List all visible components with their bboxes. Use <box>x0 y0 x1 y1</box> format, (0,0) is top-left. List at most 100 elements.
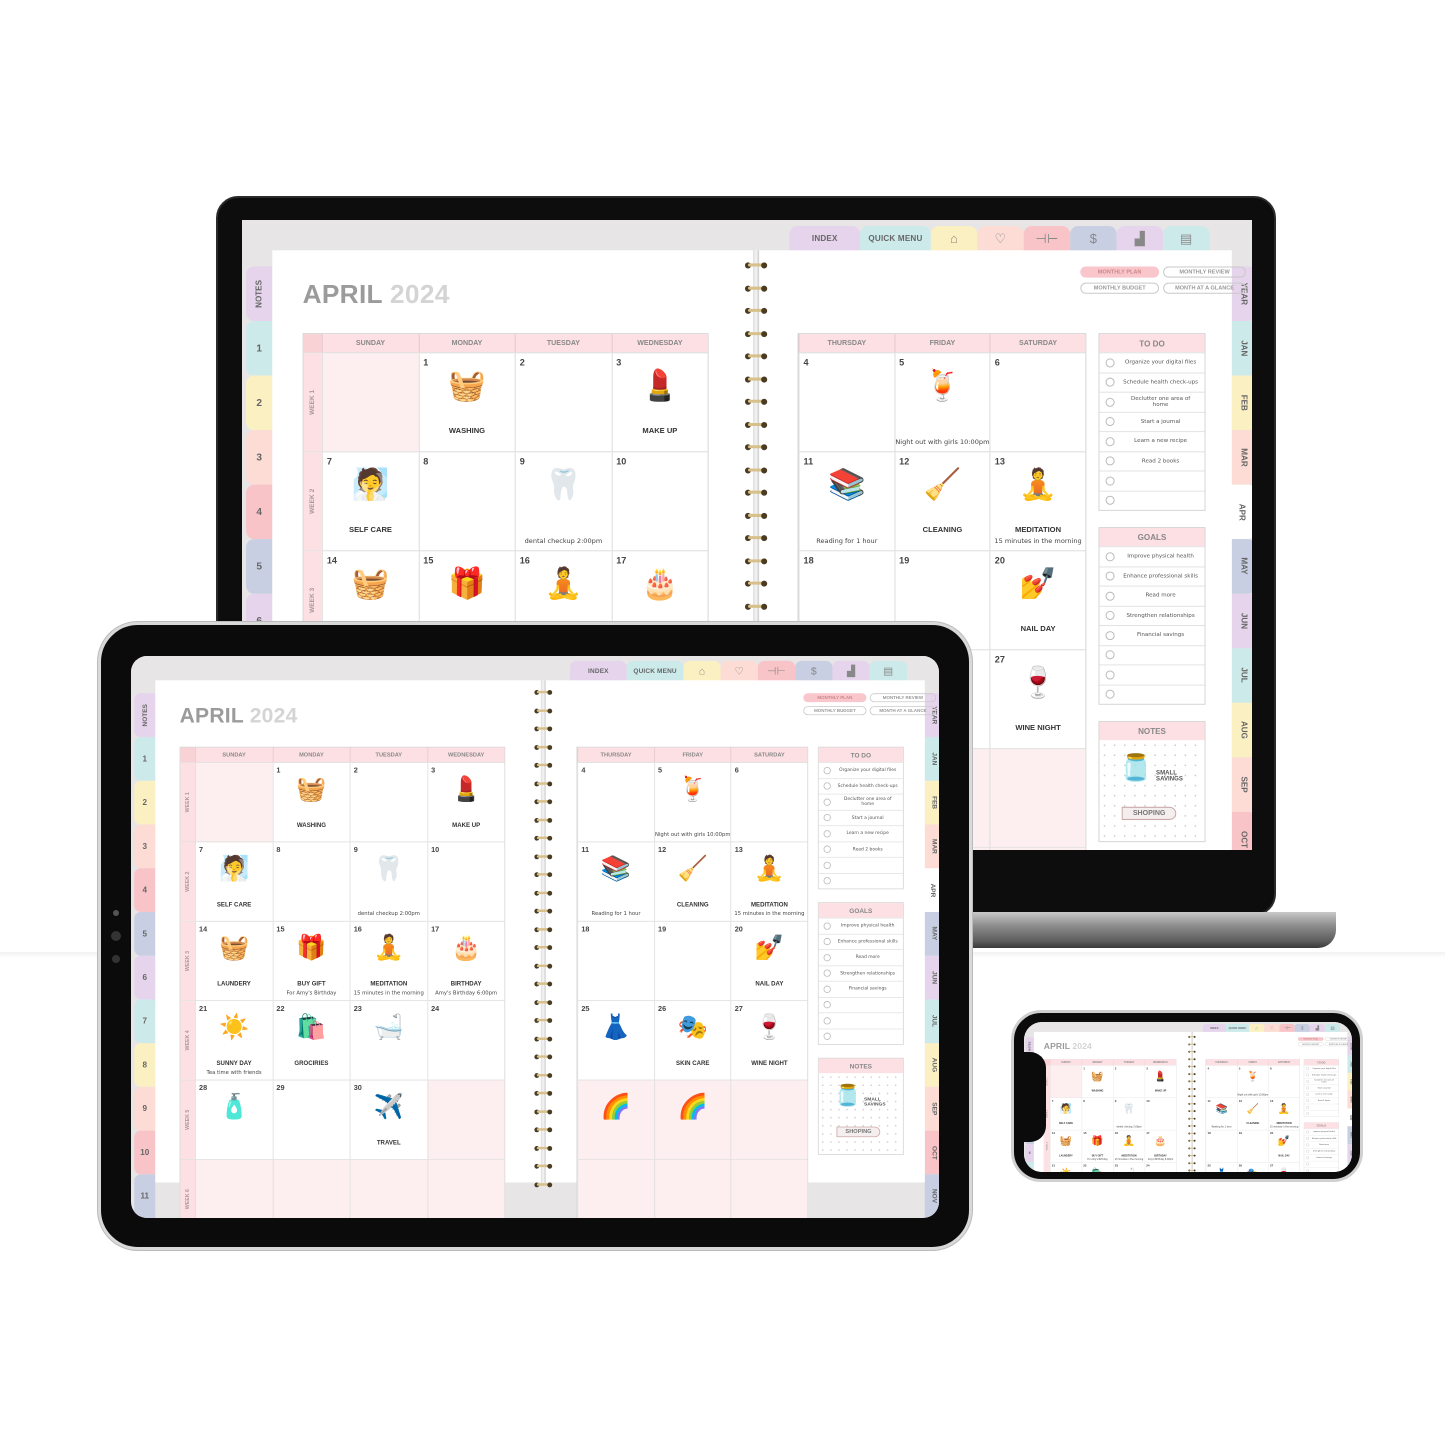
todo-item[interactable] <box>1304 1110 1339 1116</box>
day-cell[interactable]: 21☀️SUNNY DAYTea time with friends <box>1050 1162 1082 1172</box>
month-tab-jan[interactable]: JAN <box>924 737 939 781</box>
todo-item[interactable]: Schedule health check-ups <box>1099 372 1205 392</box>
month-tab-aug[interactable]: AUG <box>1231 702 1252 758</box>
day-cell[interactable]: 5 🍹 Night out with girls 10:00pm <box>653 762 731 842</box>
checkbox[interactable] <box>1105 456 1115 466</box>
todo-item[interactable]: Start a journal <box>818 809 903 825</box>
day-cell[interactable] <box>427 1159 505 1218</box>
day-cell[interactable]: 27 🍷 WINE NIGHT <box>730 1001 808 1080</box>
checkbox[interactable] <box>1306 1162 1310 1166</box>
monthly-plan-button[interactable]: MONTHLY PLAN <box>803 693 867 703</box>
todo-item[interactable]: Start a journal <box>1099 411 1205 431</box>
month-tab-jan[interactable]: JAN <box>1347 1055 1352 1073</box>
monthly-review-button[interactable]: MONTHLY REVIEW <box>1324 1037 1352 1041</box>
goals-item[interactable] <box>818 1012 903 1028</box>
day-cell[interactable]: 🌈 <box>653 1080 731 1160</box>
checkbox[interactable] <box>1105 495 1115 506</box>
monthly-review-button[interactable]: MONTHLY REVIEW <box>869 693 937 703</box>
todo-item[interactable]: Declutter one area of home <box>1099 391 1205 412</box>
month-tab-jul[interactable]: JUL <box>1347 1161 1352 1172</box>
checkbox[interactable] <box>823 798 831 806</box>
tab-home[interactable]: ⌂ <box>683 660 721 682</box>
goals-item[interactable] <box>818 1028 903 1044</box>
day-cell[interactable]: 23 🛁 <box>349 1001 427 1080</box>
checkbox[interactable] <box>1105 571 1115 581</box>
week-tab-notes[interactable]: NOTES <box>246 266 273 321</box>
week-tab-2[interactable]: 2 <box>246 375 273 431</box>
checkbox[interactable] <box>1306 1169 1310 1172</box>
day-cell[interactable]: 1 🧺 WASHING <box>1081 1065 1114 1098</box>
goals-item[interactable] <box>1099 684 1205 704</box>
checkbox[interactable] <box>1306 1092 1310 1096</box>
day-cell[interactable]: 11 📚 Reading for 1 hour <box>798 452 895 551</box>
checkbox[interactable] <box>823 969 831 977</box>
week-tab-1[interactable]: 1 <box>246 321 273 376</box>
monthly-review-button[interactable]: MONTHLY REVIEW <box>1163 266 1246 278</box>
tab-heart-pulse[interactable]: ♡ <box>720 660 758 682</box>
week-label[interactable]: WEEK 2 <box>303 452 322 551</box>
day-cell[interactable]: 3 💄 MAKE UP <box>611 353 707 452</box>
day-cell[interactable]: 11 📚 Reading for 1 hour <box>577 842 654 921</box>
month-tab-aug[interactable]: AUG <box>924 1043 939 1087</box>
day-cell[interactable]: 10 <box>1144 1097 1177 1130</box>
day-cell[interactable]: 10 <box>427 842 504 921</box>
day-cell[interactable]: 1 🧺 WASHING <box>272 762 349 842</box>
tab-home[interactable]: ⌂ <box>930 226 978 252</box>
checkbox[interactable] <box>1105 670 1115 680</box>
checkbox[interactable] <box>823 782 831 790</box>
todo-item[interactable]: Read 2 books <box>1099 450 1205 471</box>
checkbox[interactable] <box>1306 1067 1310 1071</box>
notes-body[interactable]: 🫙 SMALL SAVINGS SHOPING <box>818 1073 903 1155</box>
day-cell[interactable]: 7 🧖 SELF CARE <box>1050 1097 1082 1130</box>
month-tab-mar[interactable]: MAR <box>1347 1090 1352 1109</box>
tab-index[interactable]: INDEX <box>570 660 627 682</box>
day-cell[interactable]: 8 <box>1081 1097 1114 1130</box>
month-tab-oct[interactable]: OCT <box>924 1130 939 1175</box>
day-cell[interactable]: 8 <box>272 842 349 921</box>
day-cell[interactable]: 🌈 <box>577 1080 654 1160</box>
checkbox[interactable] <box>1306 1086 1310 1090</box>
checkbox[interactable] <box>1306 1099 1310 1103</box>
goals-item[interactable]: Strengthen relationships <box>1099 605 1205 625</box>
tab-money[interactable]: $ <box>795 660 833 682</box>
monthly-budget-button[interactable]: MONTHLY BUDGET <box>1080 282 1160 294</box>
checkbox[interactable] <box>823 766 831 775</box>
checkbox[interactable] <box>1306 1105 1310 1109</box>
day-cell[interactable] <box>349 1159 428 1218</box>
week-tab-9[interactable]: 9 <box>134 1086 156 1131</box>
day-cell[interactable]: 1 🧺 WASHING <box>418 353 514 452</box>
month-tab-mar[interactable]: MAR <box>924 824 939 869</box>
day-cell[interactable]: 12 🧹 CLEANING <box>1237 1097 1268 1130</box>
tab-chart[interactable]: ▟ <box>832 660 870 682</box>
goals-item[interactable]: Read more <box>1099 585 1205 606</box>
checkbox[interactable] <box>823 1017 831 1025</box>
tab-dumbbell[interactable]: ⊣⊢ <box>1023 226 1071 252</box>
checkbox[interactable] <box>1306 1136 1310 1140</box>
todo-item[interactable]: Learn a new recipe <box>818 825 903 841</box>
goals-item[interactable] <box>818 996 903 1013</box>
day-cell[interactable]: 16 🧘 MEDITATION15 minutes in the morning <box>349 921 427 1001</box>
day-cell[interactable]: 27 🍷 WINE NIGHT <box>989 650 1086 749</box>
checkbox[interactable] <box>1105 377 1115 387</box>
day-cell[interactable]: 13 🧘 MEDITATION 15 minutes in the morning <box>989 452 1086 551</box>
goals-item[interactable] <box>1099 644 1205 665</box>
week-label[interactable]: WEEK 2 <box>180 842 195 921</box>
tab-notebook[interactable]: ▤ <box>869 660 907 682</box>
day-cell[interactable]: 17 🎂 BIRTHDAYAmy's Birthday 6:00pm <box>427 921 504 1001</box>
month-tab-mar[interactable]: MAR <box>1231 430 1252 485</box>
day-cell[interactable] <box>1050 1065 1082 1098</box>
week-tab-8[interactable]: 8 <box>134 1043 156 1087</box>
day-cell[interactable]: 24 <box>427 1001 504 1080</box>
day-cell[interactable]: 3 💄 MAKE UP <box>1144 1065 1177 1098</box>
checkbox[interactable] <box>1105 630 1115 640</box>
checkbox[interactable] <box>823 985 831 993</box>
month-tab-sep[interactable]: SEP <box>1231 757 1252 812</box>
monthly-plan-button[interactable]: MONTHLY PLAN <box>1080 266 1160 278</box>
day-cell[interactable]: 18 <box>1205 1130 1237 1163</box>
day-cell[interactable]: 15 🎁 BUY GIFTFor Amy's Birthday <box>1081 1130 1114 1163</box>
goals-item[interactable] <box>1099 664 1205 684</box>
day-cell[interactable] <box>272 1159 350 1218</box>
week-tab-5[interactable]: 5 <box>134 911 156 956</box>
goals-item[interactable] <box>1304 1167 1339 1172</box>
checkbox[interactable] <box>823 1001 831 1009</box>
